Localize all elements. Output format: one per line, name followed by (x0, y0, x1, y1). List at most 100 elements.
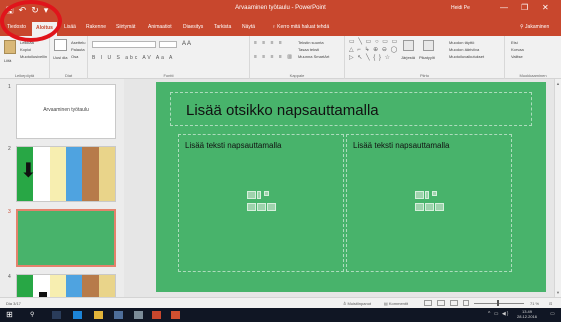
slide-number: 3 (8, 209, 11, 215)
insert-table-icon[interactable] (247, 191, 256, 199)
tab-review[interactable]: Tarkista (214, 24, 231, 30)
paste-icon[interactable] (4, 40, 16, 54)
notifications-icon[interactable]: ▭ (550, 311, 555, 317)
title-placeholder[interactable]: Lisää otsikko napsauttamalla (170, 92, 532, 126)
slide-thumbnail-1[interactable]: Arvaaminen työtaulu (16, 84, 116, 139)
color-stripe (82, 275, 99, 297)
insert-online-picture-icon[interactable] (425, 203, 434, 211)
replace-button[interactable]: Korvaa (511, 47, 524, 52)
color-stripe (65, 275, 83, 297)
zoom-slider[interactable] (474, 303, 524, 304)
section-button[interactable]: Osa (71, 54, 78, 59)
shape-effects-button[interactable]: Muotoiluvaikutukset (449, 54, 484, 59)
align-text-button[interactable]: Tasaa teksti (298, 47, 319, 52)
font-name-input[interactable] (92, 41, 156, 48)
task-view-icon[interactable] (52, 311, 61, 319)
font-format-row[interactable]: B I U S abc AV Aa A (92, 55, 174, 61)
insert-content-icons[interactable] (247, 191, 276, 217)
content-placeholder-right[interactable]: Lisää teksti napsauttamalla (346, 134, 512, 272)
shapes-gallery-row-3[interactable]: ▷ ↖ ╲ { } ☆ (349, 55, 391, 62)
paste-button[interactable]: Liitä (4, 58, 11, 63)
insert-picture-icon[interactable] (247, 203, 256, 211)
tab-slideshow[interactable]: Diaesitys (183, 24, 203, 30)
comments-button[interactable]: ▤ Kommentit (384, 301, 408, 306)
tell-me-search[interactable]: ♀ Kerro mitä haluat tehdä (272, 24, 329, 30)
insert-picture-icon[interactable] (415, 203, 424, 211)
tab-design[interactable]: Rakenne (86, 24, 106, 30)
user-name[interactable]: Heidi Pe (451, 5, 470, 11)
fit-to-window-icon[interactable]: ⊡ (549, 301, 552, 306)
format-painter-button[interactable]: Muotoilusivellin (20, 54, 47, 59)
vertical-scrollbar[interactable]: ▲ ▼ (554, 79, 561, 297)
text-direction-button[interactable]: Tekstin suunta (298, 40, 324, 45)
insert-video-icon[interactable] (267, 203, 276, 211)
start-icon[interactable]: ⊞ (6, 310, 13, 319)
system-tray-icons[interactable]: ^ ▭ ◀) (488, 311, 509, 317)
insert-table-icon[interactable] (415, 191, 424, 199)
select-button[interactable]: Valitse (511, 54, 523, 59)
grow-font-icon[interactable]: A A (182, 41, 191, 47)
slide-thumbnail-4[interactable] (16, 274, 116, 297)
content-placeholder-left[interactable]: Lisää teksti napsauttamalla (178, 134, 344, 272)
insert-smartart-icon[interactable] (264, 191, 269, 196)
annotation-circle (0, 0, 62, 42)
current-slide[interactable]: Lisää otsikko napsauttamalla Lisää tekst… (156, 82, 546, 292)
reset-button[interactable]: Palauta (71, 47, 85, 52)
scroll-up-icon[interactable]: ▲ (555, 81, 561, 86)
align-buttons[interactable]: ≡ ≡ ≡ ≡ ▥ (254, 54, 294, 60)
minimize-button[interactable]: — (500, 3, 508, 12)
layout-button[interactable]: Asettelu (71, 40, 85, 45)
tab-transitions[interactable]: Siirtymät (116, 24, 135, 30)
restore-button[interactable]: ❐ (521, 3, 528, 12)
tab-insert[interactable]: Lisää (64, 24, 76, 30)
shapes-gallery-row-1[interactable]: ▭ ╲ ▭ ○ ▭ ▭ (349, 39, 398, 46)
group-label: Kappale (289, 73, 305, 78)
arrange-button[interactable]: Järjestä (401, 55, 415, 60)
quick-styles-icon[interactable] (423, 40, 434, 51)
insert-video-icon[interactable] (435, 203, 444, 211)
new-slide-button[interactable]: Uusi dia (53, 55, 67, 60)
copy-button[interactable]: Kopioi (20, 47, 31, 52)
taskbar-clock[interactable]: 13.49 28.12.2016 (517, 309, 537, 319)
shape-fill-button[interactable]: Muodon täyttö (449, 40, 474, 45)
quick-styles-button[interactable]: Pikatyylit (419, 55, 435, 60)
app-icon[interactable] (134, 311, 143, 319)
notes-button[interactable]: ≙ Muistiinpanot (343, 301, 371, 306)
file-explorer-icon[interactable] (94, 311, 103, 319)
app-icon[interactable] (171, 311, 180, 319)
scroll-down-icon[interactable]: ▼ (555, 290, 561, 295)
slide-thumbnail-2[interactable]: ⬇ (16, 146, 116, 202)
powerpoint-icon[interactable] (152, 311, 161, 319)
insert-content-icons[interactable] (415, 191, 444, 217)
share-button[interactable]: ⚲ Jakaminen (520, 24, 549, 30)
convert-smartart-button[interactable]: Muunna SmartArt (298, 54, 329, 59)
shape-outline-button[interactable]: Muodon ääriviiva (449, 47, 479, 52)
find-button[interactable]: Etsi (511, 40, 518, 45)
slide-sorter-icon[interactable] (437, 300, 445, 306)
slideshow-view-icon[interactable] (463, 300, 469, 306)
normal-view-icon[interactable] (424, 300, 432, 306)
zoom-level[interactable]: 71 % (530, 301, 539, 306)
title-bar: 🖫 ↶ ↻ ▾ Arvaaminen työtaulu - PowerPoint… (0, 0, 561, 21)
close-button[interactable]: ✕ (542, 3, 549, 12)
insert-chart-icon[interactable] (425, 191, 429, 199)
insert-chart-icon[interactable] (257, 191, 261, 199)
list-buttons[interactable]: ≡ ≡ ≡ ≡ (254, 40, 284, 46)
store-icon[interactable] (114, 311, 123, 319)
zoom-slider-handle[interactable] (497, 300, 499, 306)
insert-online-picture-icon[interactable] (257, 203, 266, 211)
tab-view[interactable]: Näytä (242, 24, 255, 30)
slide-thumbnail-3[interactable] (16, 209, 116, 267)
edge-icon[interactable] (73, 311, 82, 319)
search-icon[interactable]: ⚲ (30, 311, 34, 318)
font-size-input[interactable] (159, 41, 177, 48)
font-group: A A B I U S abc AV Aa A Fontti (88, 36, 250, 79)
arrange-icon[interactable] (403, 40, 414, 51)
reading-view-icon[interactable] (450, 300, 458, 306)
new-slide-icon[interactable] (54, 39, 67, 51)
tab-animations[interactable]: Animaatiot (148, 24, 172, 30)
insert-smartart-icon[interactable] (432, 191, 437, 196)
shapes-gallery-row-2[interactable]: △ ⌐ ↳ ⊕ ⊖ ◯ (349, 47, 398, 54)
slide-thumbnails-pane[interactable]: 1 Arvaaminen työtaulu 2 ⬇ 3 4 (0, 79, 124, 297)
content-placeholder-text: Lisää teksti napsauttamalla (353, 141, 450, 150)
